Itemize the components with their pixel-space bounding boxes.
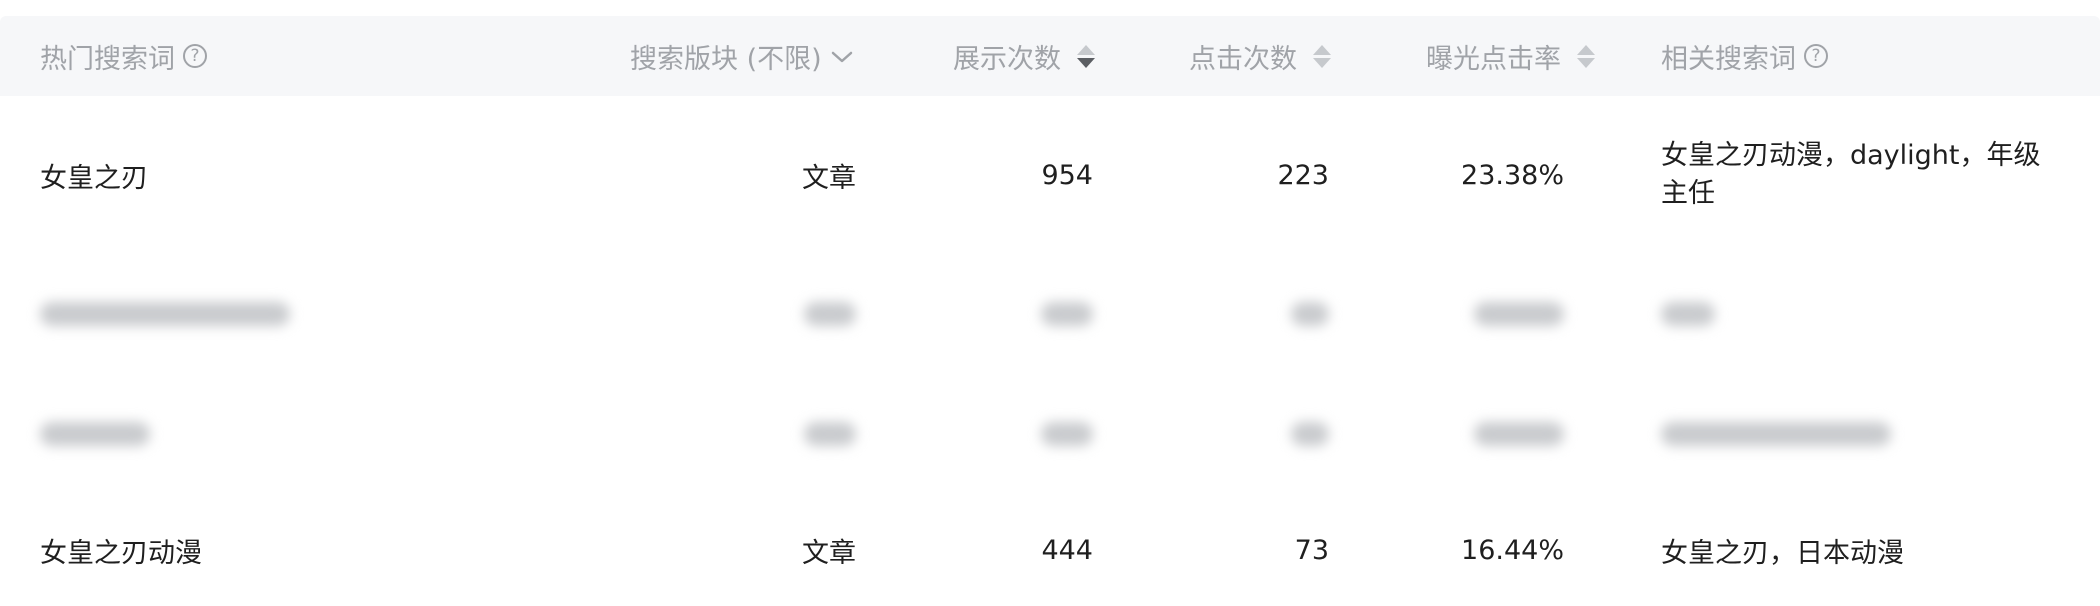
table-row-redacted — [0, 254, 2100, 375]
table-header: 热门搜索词 ? 搜索版块 (不限) 展示次数 点击次数 曝光点击率 相关搜索词 … — [0, 16, 2100, 97]
row-ctr: 23.38% — [1461, 159, 1564, 191]
row-impressions: 444 — [1041, 534, 1093, 566]
redacted-bar — [1474, 422, 1564, 446]
row-impressions: 954 — [1041, 159, 1093, 191]
redacted-impressions — [900, 254, 1093, 374]
table-row: 女皇之刃 文章 954 223 23.38% 女皇之刃动漫，daylight，年… — [0, 96, 2100, 255]
redacted-keyword — [40, 374, 150, 494]
help-icon[interactable]: ? — [183, 44, 207, 68]
redacted-clicks — [1140, 374, 1329, 494]
sort-icon[interactable] — [1077, 44, 1095, 68]
row-clicks: 73 — [1294, 534, 1329, 566]
row-ctr: 16.44% — [1461, 534, 1564, 566]
table-row-redacted — [0, 374, 2100, 495]
table-row: 女皇之刃动漫 文章 444 73 16.44% 女皇之刃，日本动漫 — [0, 494, 2100, 606]
redacted-keyword — [40, 254, 290, 374]
header-keyword-label: 热门搜索词 — [40, 43, 175, 75]
help-icon[interactable]: ? — [1804, 44, 1828, 68]
header-clicks[interactable]: 点击次数 — [1189, 16, 1331, 96]
redacted-bar — [1474, 302, 1564, 326]
row-clicks: 223 — [1277, 159, 1329, 191]
header-impressions[interactable]: 展示次数 — [953, 16, 1095, 96]
sort-icon[interactable] — [1313, 44, 1331, 68]
redacted-bar — [1661, 302, 1715, 326]
redacted-bar — [1041, 302, 1093, 326]
row-section: 文章 — [802, 162, 856, 194]
redacted-bar — [40, 422, 150, 446]
sort-desc-icon[interactable] — [1313, 57, 1331, 68]
header-keyword: 热门搜索词 ? — [40, 16, 207, 96]
row-related: 女皇之刃，日本动漫 — [1661, 537, 1904, 569]
redacted-bar — [1661, 422, 1891, 446]
row-section: 文章 — [802, 537, 856, 569]
row-related: 女皇之刃动漫，daylight，年级主任 — [1661, 96, 2066, 254]
redacted-related — [1661, 254, 1715, 374]
redacted-ctr — [1380, 374, 1564, 494]
row-related-text: 女皇之刃动漫，daylight，年级主任 — [1661, 140, 2041, 209]
redacted-impressions — [900, 374, 1093, 494]
header-clicks-label: 点击次数 — [1189, 43, 1297, 75]
redacted-bar — [1041, 422, 1093, 446]
sort-asc-icon[interactable] — [1313, 44, 1331, 55]
sort-asc-icon[interactable] — [1077, 44, 1095, 55]
redacted-bar — [1291, 422, 1329, 446]
redacted-bar — [804, 422, 856, 446]
row-keyword: 女皇之刃动漫 — [40, 537, 202, 569]
redacted-bar — [40, 302, 290, 326]
hot-search-table: 热门搜索词 ? 搜索版块 (不限) 展示次数 点击次数 曝光点击率 相关搜索词 … — [0, 0, 2100, 606]
header-ctr[interactable]: 曝光点击率 — [1426, 16, 1595, 96]
sort-desc-icon[interactable] — [1577, 57, 1595, 68]
row-keyword: 女皇之刃 — [40, 162, 148, 194]
redacted-section — [600, 254, 856, 374]
redacted-section — [600, 374, 856, 494]
sort-icon[interactable] — [1577, 44, 1595, 68]
redacted-ctr — [1380, 254, 1564, 374]
header-ctr-label: 曝光点击率 — [1426, 43, 1561, 75]
sort-desc-icon[interactable] — [1077, 57, 1095, 68]
header-related: 相关搜索词 ? — [1661, 16, 1828, 96]
chevron-down-icon[interactable] — [830, 41, 854, 72]
header-related-label: 相关搜索词 — [1661, 43, 1796, 75]
redacted-bar — [804, 302, 856, 326]
header-section-filter[interactable]: 搜索版块 (不限) — [630, 16, 854, 96]
sort-asc-icon[interactable] — [1577, 44, 1595, 55]
header-impressions-label: 展示次数 — [953, 43, 1061, 75]
header-section-label: 搜索版块 (不限) — [630, 43, 822, 75]
redacted-clicks — [1140, 254, 1329, 374]
redacted-related — [1661, 374, 1891, 494]
redacted-bar — [1291, 302, 1329, 326]
